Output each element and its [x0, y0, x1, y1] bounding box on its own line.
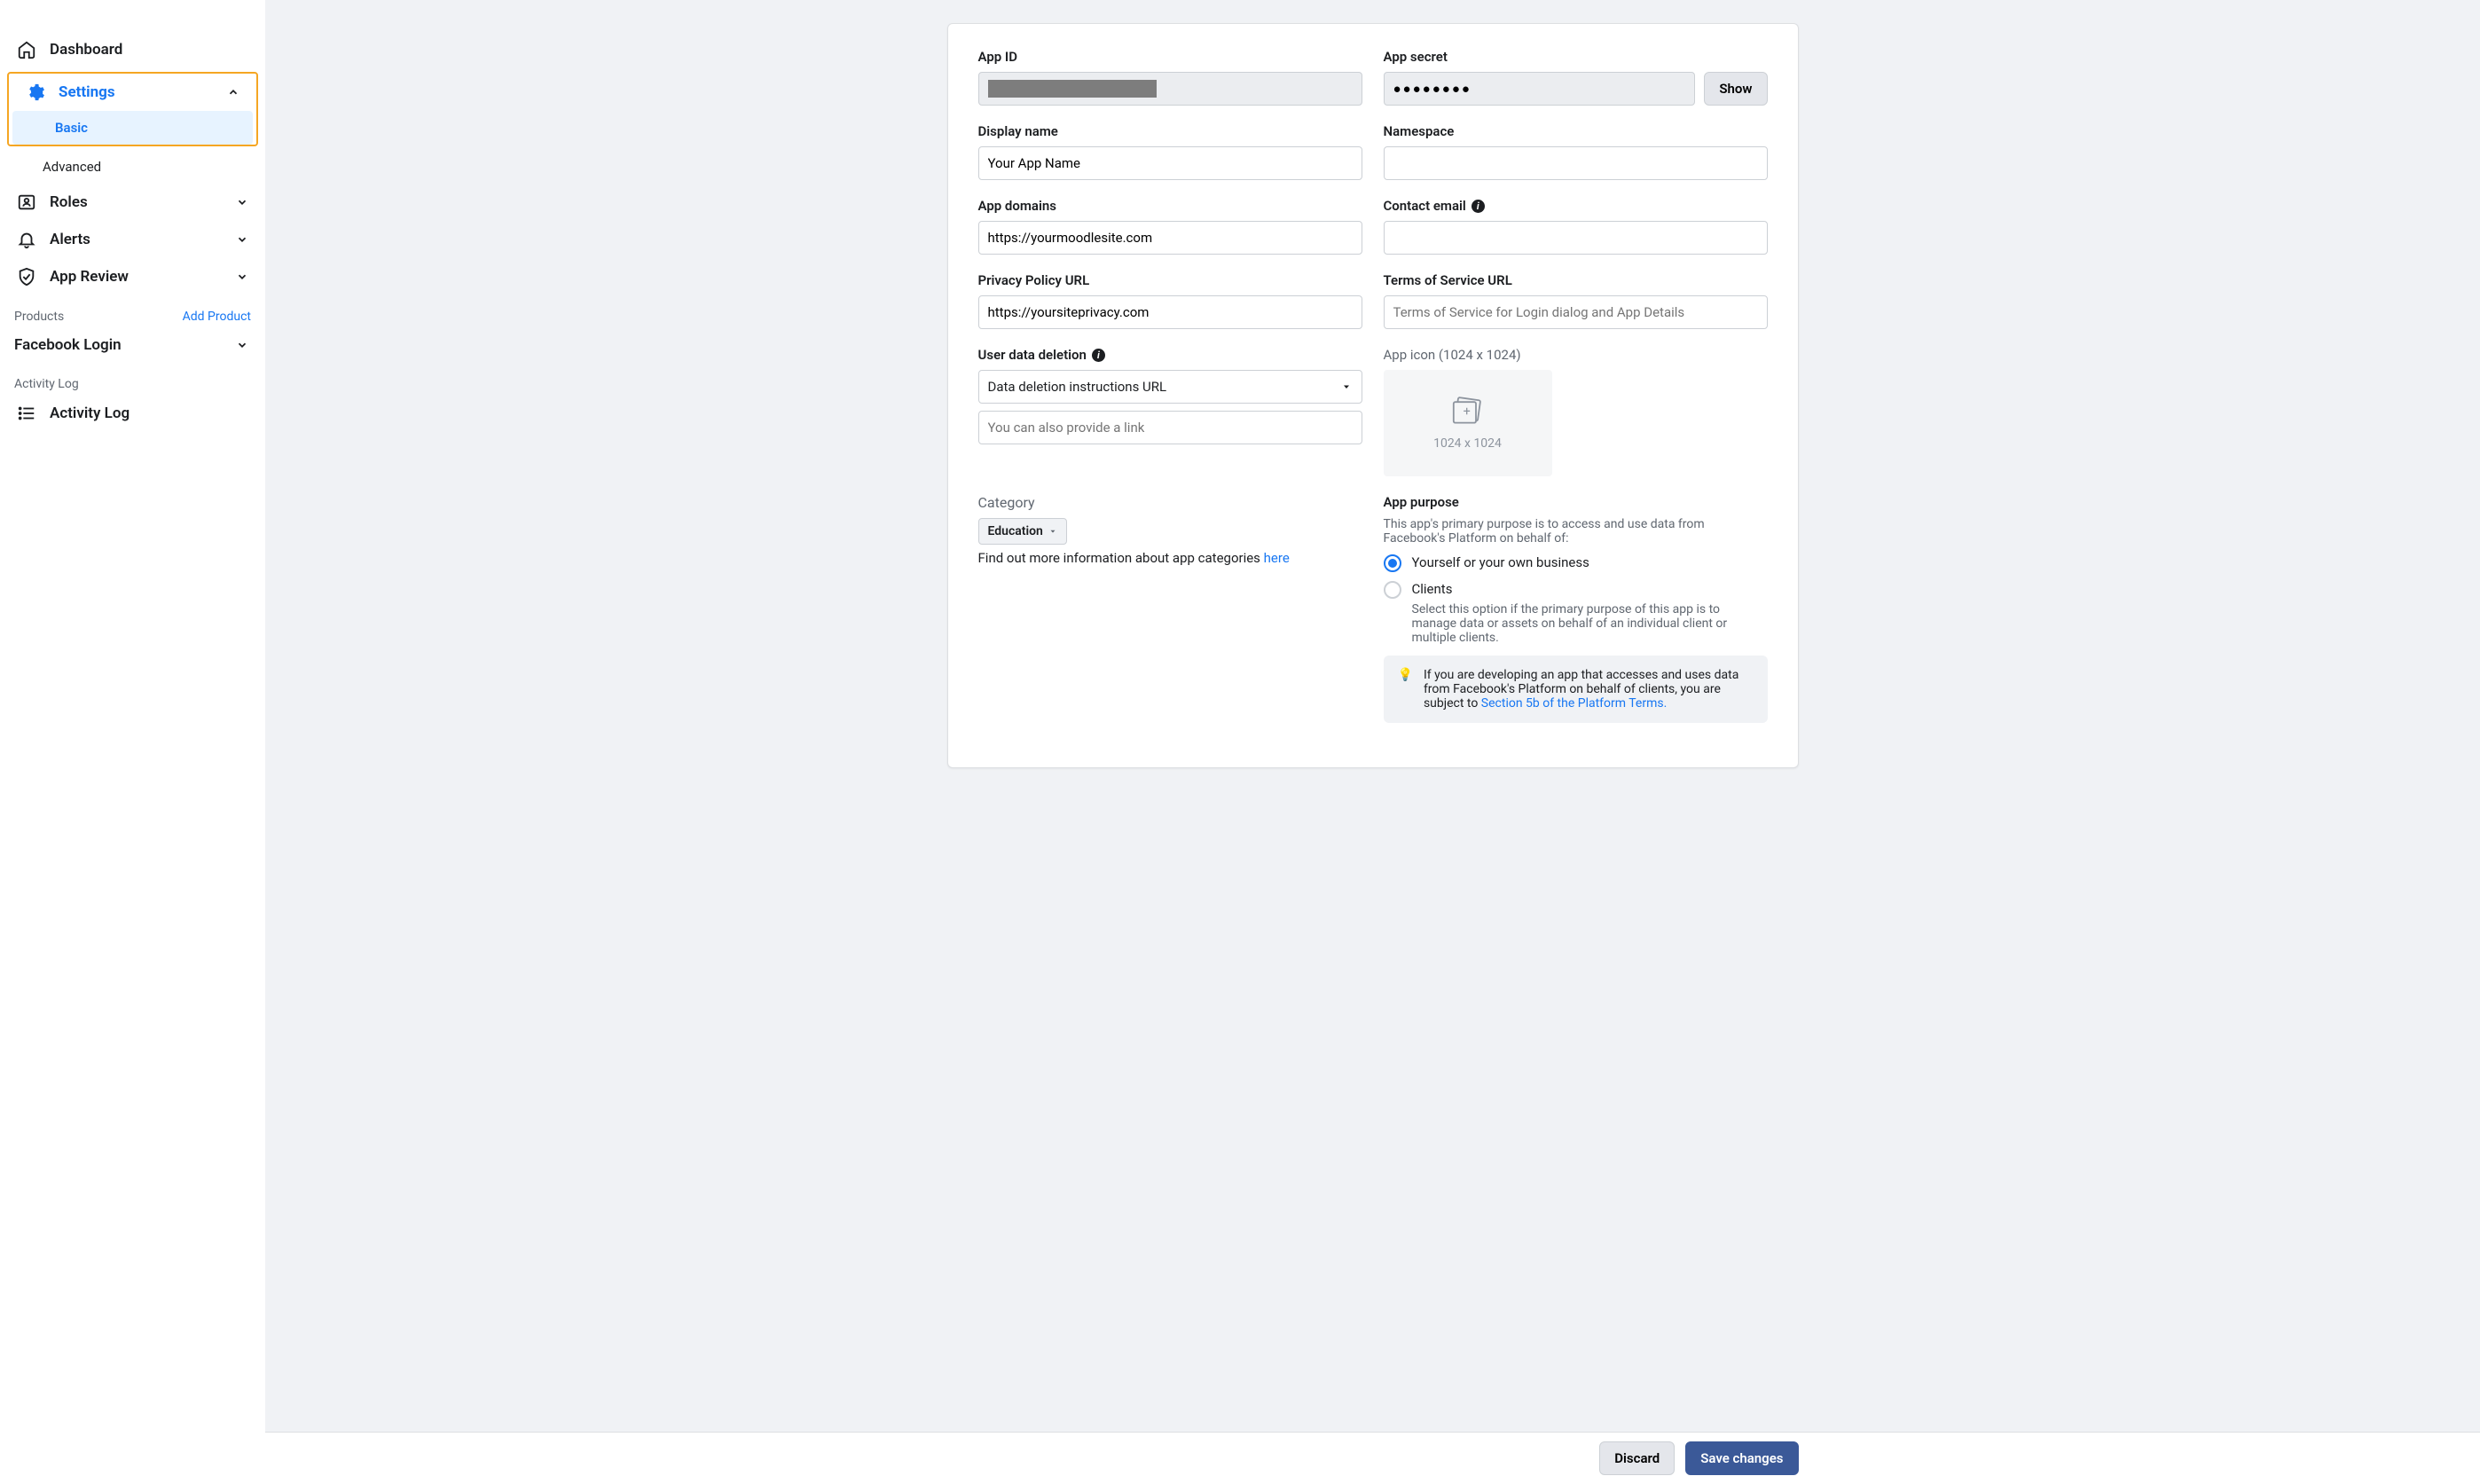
user-data-deletion-label: User data deletion i: [978, 347, 1362, 363]
nav-app-review[interactable]: App Review: [0, 258, 265, 295]
app-secret-field: [1384, 72, 1696, 106]
image-icon: +: [1448, 396, 1487, 428]
purpose-self-radio[interactable]: Yourself or your own business: [1384, 554, 1768, 572]
app-id-field: [978, 72, 1362, 106]
add-product-link[interactable]: Add Product: [183, 310, 251, 324]
user-data-deletion-select[interactable]: Data deletion instructions URL: [978, 370, 1362, 404]
radio-icon: [1384, 554, 1401, 572]
bell-icon: [14, 230, 39, 249]
caret-down-icon: [1048, 527, 1057, 536]
chevron-up-icon: [224, 86, 242, 98]
nav-facebook-login[interactable]: Facebook Login: [0, 327, 265, 363]
purpose-clients-radio[interactable]: Clients Select this option if the primar…: [1384, 581, 1768, 645]
app-domains-input[interactable]: [978, 221, 1362, 255]
main-content: App ID App secret Show Display name Name…: [265, 0, 2480, 1484]
radio-icon: [1384, 581, 1401, 599]
nav-settings-advanced[interactable]: Advanced: [0, 150, 265, 184]
nav-activity-log[interactable]: Activity Log: [0, 395, 265, 432]
namespace-input[interactable]: [1384, 146, 1768, 180]
category-select[interactable]: Education: [978, 518, 1067, 545]
app-domains-label: App domains: [978, 198, 1362, 214]
platform-terms-link[interactable]: Section 5b of the Platform Terms.: [1481, 696, 1668, 711]
nav-dashboard[interactable]: Dashboard: [0, 31, 265, 68]
app-icon-size-text: 1024 x 1024: [1433, 436, 1502, 451]
settings-card: App ID App secret Show Display name Name…: [947, 23, 1799, 768]
roles-icon: [14, 192, 39, 212]
save-changes-button[interactable]: Save changes: [1685, 1441, 1798, 1475]
nav-settings-basic[interactable]: Basic: [12, 111, 253, 145]
discard-button[interactable]: Discard: [1599, 1441, 1675, 1475]
show-secret-button[interactable]: Show: [1704, 72, 1767, 106]
activity-log-section: Activity Log: [0, 363, 265, 395]
app-icon-label: App icon (1024 x 1024): [1384, 347, 1768, 363]
chevron-down-icon: [233, 233, 251, 246]
nav-alerts-label: Alerts: [50, 231, 90, 248]
nav-roles[interactable]: Roles: [0, 184, 265, 221]
nav-settings[interactable]: Settings: [9, 74, 256, 111]
category-label: Category: [978, 494, 1362, 511]
nav-alerts[interactable]: Alerts: [0, 221, 265, 258]
list-icon: [14, 404, 39, 423]
app-purpose-label: App purpose: [1384, 494, 1768, 510]
home-icon: [14, 40, 39, 59]
platform-terms-hint: 💡 If you are developing an app that acce…: [1384, 656, 1768, 723]
shield-check-icon: [14, 267, 39, 287]
tos-input[interactable]: [1384, 295, 1768, 329]
lightbulb-icon: 💡: [1398, 668, 1413, 711]
chevron-down-icon: [233, 339, 251, 351]
app-id-label: App ID: [978, 49, 1362, 65]
settings-highlight: Settings Basic: [7, 72, 258, 146]
category-help: Find out more information about app cate…: [978, 550, 1362, 566]
app-icon-upload[interactable]: + 1024 x 1024: [1384, 370, 1552, 476]
user-data-deletion-link-input[interactable]: [978, 411, 1362, 444]
products-label: Products: [14, 310, 64, 324]
app-purpose-desc: This app's primary purpose is to access …: [1384, 517, 1768, 546]
chevron-down-icon: [233, 196, 251, 208]
app-secret-label: App secret: [1384, 49, 1768, 65]
nav-facebook-login-label: Facebook Login: [14, 336, 122, 354]
purpose-clients-desc: Select this option if the primary purpos…: [1412, 602, 1768, 645]
category-value: Education: [988, 524, 1043, 538]
products-section: Products Add Product: [0, 295, 265, 327]
chevron-down-icon: [233, 271, 251, 283]
gear-icon: [23, 82, 48, 102]
purpose-clients-label: Clients: [1412, 581, 1768, 597]
display-name-input[interactable]: [978, 146, 1362, 180]
privacy-policy-label: Privacy Policy URL: [978, 272, 1362, 288]
nav-app-review-label: App Review: [50, 268, 129, 286]
purpose-self-label: Yourself or your own business: [1412, 554, 1589, 570]
footer-bar: Discard Save changes: [265, 1432, 2480, 1484]
contact-email-input[interactable]: [1384, 221, 1768, 255]
nav-dashboard-label: Dashboard: [50, 41, 122, 59]
privacy-policy-input[interactable]: [978, 295, 1362, 329]
nav-roles-label: Roles: [50, 193, 88, 211]
category-help-link[interactable]: here: [1264, 550, 1290, 566]
info-icon: i: [1092, 349, 1105, 362]
activity-log-section-label: Activity Log: [14, 377, 79, 391]
info-icon: i: [1472, 200, 1485, 213]
tos-label: Terms of Service URL: [1384, 272, 1768, 288]
svg-text:+: +: [1463, 404, 1470, 420]
redacted-block: [988, 80, 1157, 98]
contact-email-label: Contact email i: [1384, 198, 1768, 214]
display-name-label: Display name: [978, 123, 1362, 139]
nav-settings-label: Settings: [59, 83, 115, 101]
namespace-label: Namespace: [1384, 123, 1768, 139]
sidebar: Dashboard Settings Basic Advanced Roles …: [0, 0, 265, 1484]
nav-activity-log-label: Activity Log: [50, 404, 129, 422]
